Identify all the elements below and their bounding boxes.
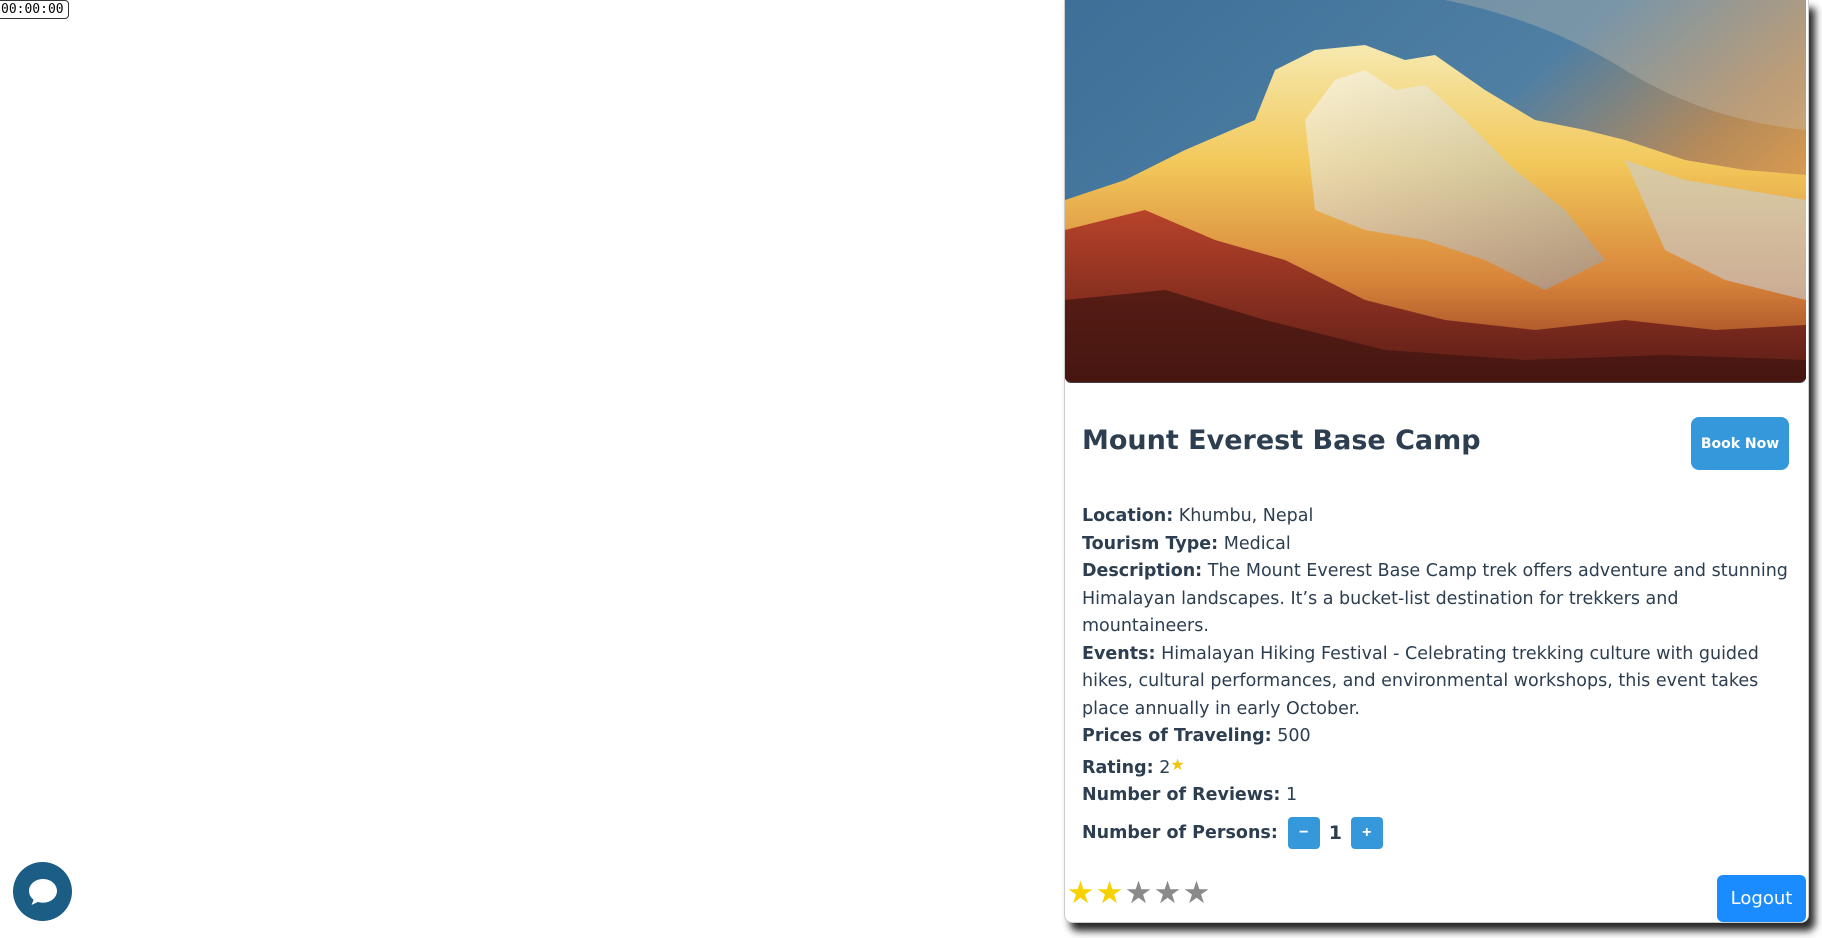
logout-button[interactable]: Logout [1717,875,1806,922]
destination-photo [1065,0,1806,383]
description-label: Description: [1082,561,1203,581]
price-row: Prices of Traveling: 500 [1082,723,1796,751]
location-row: Location: Khumbu, Nepal [1082,503,1796,531]
reviews-value: 1 [1285,785,1298,805]
location-label: Location: [1082,506,1174,526]
chat-button[interactable] [13,862,72,921]
persons-label: Number of Persons: [1082,823,1278,843]
rating-star-icon[interactable]: ★ [1066,873,1095,913]
rating-row: Rating: 2★ [1082,751,1796,783]
description-row: Description: The Mount Everest Base Camp… [1082,558,1796,641]
rating-star-icon[interactable]: ★ [1182,873,1211,913]
tourism-type-row: Tourism Type: Medical [1082,531,1796,559]
persons-stepper: Number of Persons: − 1 + [1082,817,1383,849]
rating-label: Rating: [1082,757,1154,778]
destination-title: Mount Everest Base Camp [1082,425,1481,456]
reviews-label: Number of Reviews: [1082,785,1281,805]
destination-details: Location: Khumbu, Nepal Tourism Type: Me… [1082,503,1796,810]
session-timer: 00:00:00 [0,0,69,19]
rating-star-icon[interactable]: ★ [1124,873,1153,913]
rating-value: 2 [1159,757,1171,778]
rating-star-icon[interactable]: ★ [1153,873,1182,913]
events-label: Events: [1082,643,1156,664]
tourism-type-label: Tourism Type: [1082,533,1219,554]
events-value: Himalayan Hiking Festival - Celebrating … [1082,643,1759,719]
destination-card: Mount Everest Base Camp Book Now Locatio… [1064,0,1809,923]
events-row: Events: Himalayan Hiking Festival - Cele… [1082,641,1796,724]
reviews-row: Number of Reviews: 1 [1082,782,1796,810]
chat-bubble-icon [28,878,57,905]
rating-star-icon[interactable]: ★ [1095,873,1124,913]
star-icon: ★ [1170,754,1185,774]
user-rating-stars: ★ ★ ★ ★ ★ [1066,873,1211,913]
persons-count: 1 [1328,822,1342,844]
book-now-button[interactable]: Book Now [1691,417,1789,470]
tourism-type-value: Medical [1223,533,1291,554]
increment-persons-button[interactable]: + [1350,817,1383,849]
location-value: Khumbu, Nepal [1178,506,1314,526]
price-label: Prices of Traveling: [1082,726,1272,746]
decrement-persons-button[interactable]: − [1287,817,1320,849]
price-value: 500 [1277,726,1311,746]
